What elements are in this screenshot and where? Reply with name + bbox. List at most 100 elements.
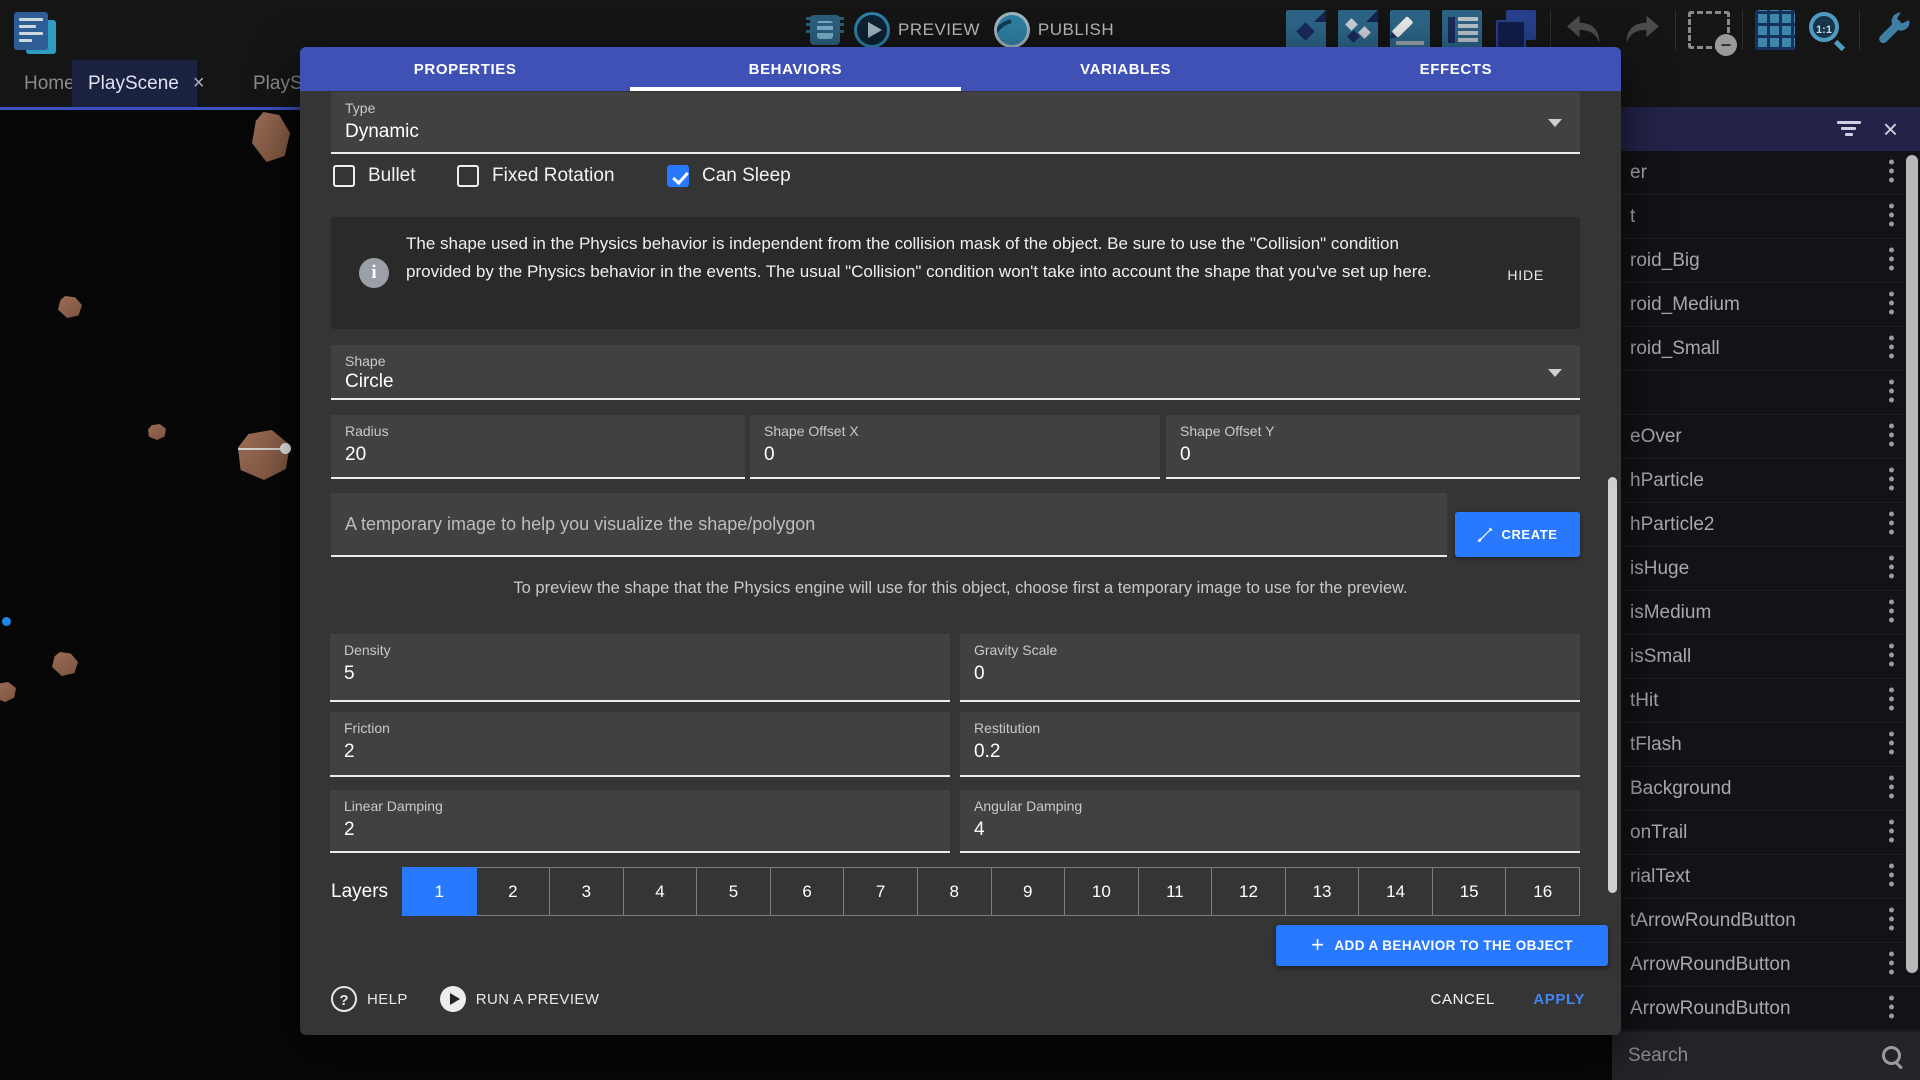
shape-select[interactable]: Shape Circle xyxy=(331,345,1580,400)
object-list-item[interactable]: tArrowRoundButton xyxy=(1612,899,1920,943)
more-options-icon[interactable] xyxy=(1889,819,1894,846)
chevron-down-icon[interactable] xyxy=(1548,119,1562,127)
temp-image-field[interactable] xyxy=(331,493,1447,557)
fixed-rotation-checkbox[interactable]: Fixed Rotation xyxy=(457,165,615,187)
more-options-icon[interactable] xyxy=(1889,423,1894,450)
selection-point[interactable] xyxy=(2,617,11,626)
more-options-icon[interactable] xyxy=(1889,775,1894,802)
add-behavior-button[interactable]: + ADD A BEHAVIOR TO THE OBJECT xyxy=(1276,925,1608,966)
layer-button-9[interactable]: 9 xyxy=(991,867,1066,916)
type-select[interactable]: Type Dynamic xyxy=(331,92,1580,154)
shape-offset-x-field[interactable]: Shape Offset X 0 xyxy=(750,415,1160,479)
close-icon[interactable]: × xyxy=(1883,116,1898,142)
more-options-icon[interactable] xyxy=(1889,995,1894,1022)
filter-icon[interactable] xyxy=(1837,121,1861,137)
asteroid-sprite[interactable] xyxy=(238,430,290,480)
more-options-icon[interactable] xyxy=(1889,159,1894,186)
preview-button[interactable]: PREVIEW xyxy=(854,12,980,48)
publish-button[interactable]: PUBLISH xyxy=(994,12,1114,48)
object-list-item[interactable]: tFlash xyxy=(1612,723,1920,767)
deselect-instances-icon[interactable] xyxy=(1688,11,1730,49)
asteroid-sprite[interactable] xyxy=(0,682,16,702)
layer-button-2[interactable]: 2 xyxy=(476,867,551,916)
chevron-down-icon[interactable] xyxy=(1548,369,1562,377)
bullet-checkbox[interactable]: Bullet xyxy=(333,165,416,187)
checkbox-checked-icon[interactable] xyxy=(667,165,689,187)
more-options-icon[interactable] xyxy=(1889,511,1894,538)
object-list-item[interactable]: isHuge xyxy=(1612,547,1920,591)
tab-behaviors[interactable]: BEHAVIORS xyxy=(630,47,960,91)
debug-icon[interactable] xyxy=(810,15,840,45)
object-list-item[interactable]: hParticle xyxy=(1612,459,1920,503)
temp-image-input[interactable] xyxy=(345,493,1425,555)
tab-properties[interactable]: PROPERTIES xyxy=(300,47,630,91)
layer-button-16[interactable]: 16 xyxy=(1505,867,1580,916)
undo-icon[interactable] xyxy=(1563,12,1607,48)
more-options-icon[interactable] xyxy=(1889,467,1894,494)
more-options-icon[interactable] xyxy=(1889,203,1894,230)
layer-button-15[interactable]: 15 xyxy=(1432,867,1507,916)
create-button[interactable]: CREATE xyxy=(1455,512,1580,557)
object-list-item[interactable]: er xyxy=(1612,151,1920,195)
zoom-actual-size-icon[interactable]: 1:1 xyxy=(1807,10,1847,50)
layer-button-12[interactable]: 12 xyxy=(1211,867,1286,916)
layer-button-7[interactable]: 7 xyxy=(843,867,918,916)
linear-damping-field[interactable]: Linear Damping 2 xyxy=(330,790,950,853)
object-list-item[interactable]: eOver xyxy=(1612,415,1920,459)
layer-button-5[interactable]: 5 xyxy=(696,867,771,916)
layer-button-6[interactable]: 6 xyxy=(770,867,845,916)
object-list-item[interactable]: hParticle2 xyxy=(1612,503,1920,547)
help-button[interactable]: ? HELP xyxy=(331,986,408,1012)
more-options-icon[interactable] xyxy=(1889,731,1894,758)
object-list-item[interactable]: onTrail xyxy=(1612,811,1920,855)
search-icon[interactable] xyxy=(1880,1044,1904,1068)
more-options-icon[interactable] xyxy=(1889,335,1894,362)
objects-panel-scrollbar[interactable] xyxy=(1906,155,1918,973)
tab-playscene2[interactable]: PlayS xyxy=(253,60,305,107)
apply-button[interactable]: APPLY xyxy=(1525,983,1593,1016)
object-list-item[interactable]: Background xyxy=(1612,767,1920,811)
layer-button-3[interactable]: 3 xyxy=(549,867,624,916)
object-list-item[interactable]: ArrowRoundButton xyxy=(1612,987,1920,1031)
dialog-scrollbar[interactable] xyxy=(1608,477,1617,893)
angular-damping-field[interactable]: Angular Damping 4 xyxy=(960,790,1580,853)
cancel-button[interactable]: CANCEL xyxy=(1423,983,1503,1016)
search-input[interactable] xyxy=(1628,1045,1880,1067)
object-list-item[interactable]: rialText xyxy=(1612,855,1920,899)
object-list-item[interactable]: roid_Big xyxy=(1612,239,1920,283)
restitution-field[interactable]: Restitution 0.2 xyxy=(960,712,1580,777)
more-options-icon[interactable] xyxy=(1889,291,1894,318)
layer-button-8[interactable]: 8 xyxy=(917,867,992,916)
more-options-icon[interactable] xyxy=(1889,863,1894,890)
object-list-item[interactable]: roid_Small xyxy=(1612,327,1920,371)
tab-effects[interactable]: EFFECTS xyxy=(1291,47,1621,91)
object-list-item[interactable] xyxy=(1612,371,1920,415)
layers-editor-icon[interactable] xyxy=(1494,10,1538,50)
project-manager-icon[interactable] xyxy=(10,8,56,56)
hide-button[interactable]: HIDE xyxy=(1497,261,1554,289)
can-sleep-checkbox[interactable]: Can Sleep xyxy=(667,165,791,187)
asteroid-sprite[interactable] xyxy=(52,652,78,676)
asteroid-sprite[interactable] xyxy=(252,112,290,162)
object-list-item[interactable]: roid_Medium xyxy=(1612,283,1920,327)
grid-icon[interactable] xyxy=(1755,10,1795,50)
radius-field[interactable]: Radius 20 xyxy=(331,415,745,479)
instances-list-icon[interactable] xyxy=(1442,10,1482,50)
object-groups-icon[interactable] xyxy=(1338,10,1378,50)
settings-wrench-icon[interactable] xyxy=(1872,9,1914,51)
object-list-item[interactable]: ArrowRoundButton xyxy=(1612,943,1920,987)
object-list-item[interactable]: isSmall xyxy=(1612,635,1920,679)
tab-variables[interactable]: VARIABLES xyxy=(961,47,1291,91)
tab-playscene[interactable]: PlayScene × xyxy=(72,60,197,107)
object-list-item[interactable]: tHit xyxy=(1612,679,1920,723)
redo-icon[interactable] xyxy=(1619,12,1663,48)
checkbox-icon[interactable] xyxy=(333,165,355,187)
layer-button-14[interactable]: 14 xyxy=(1358,867,1433,916)
layer-button-10[interactable]: 10 xyxy=(1064,867,1139,916)
friction-field[interactable]: Friction 2 xyxy=(330,712,950,777)
more-options-icon[interactable] xyxy=(1889,599,1894,626)
close-icon[interactable]: × xyxy=(193,72,205,95)
more-options-icon[interactable] xyxy=(1889,687,1894,714)
asteroid-sprite[interactable] xyxy=(58,296,82,318)
object-list-item[interactable]: isMedium xyxy=(1612,591,1920,635)
